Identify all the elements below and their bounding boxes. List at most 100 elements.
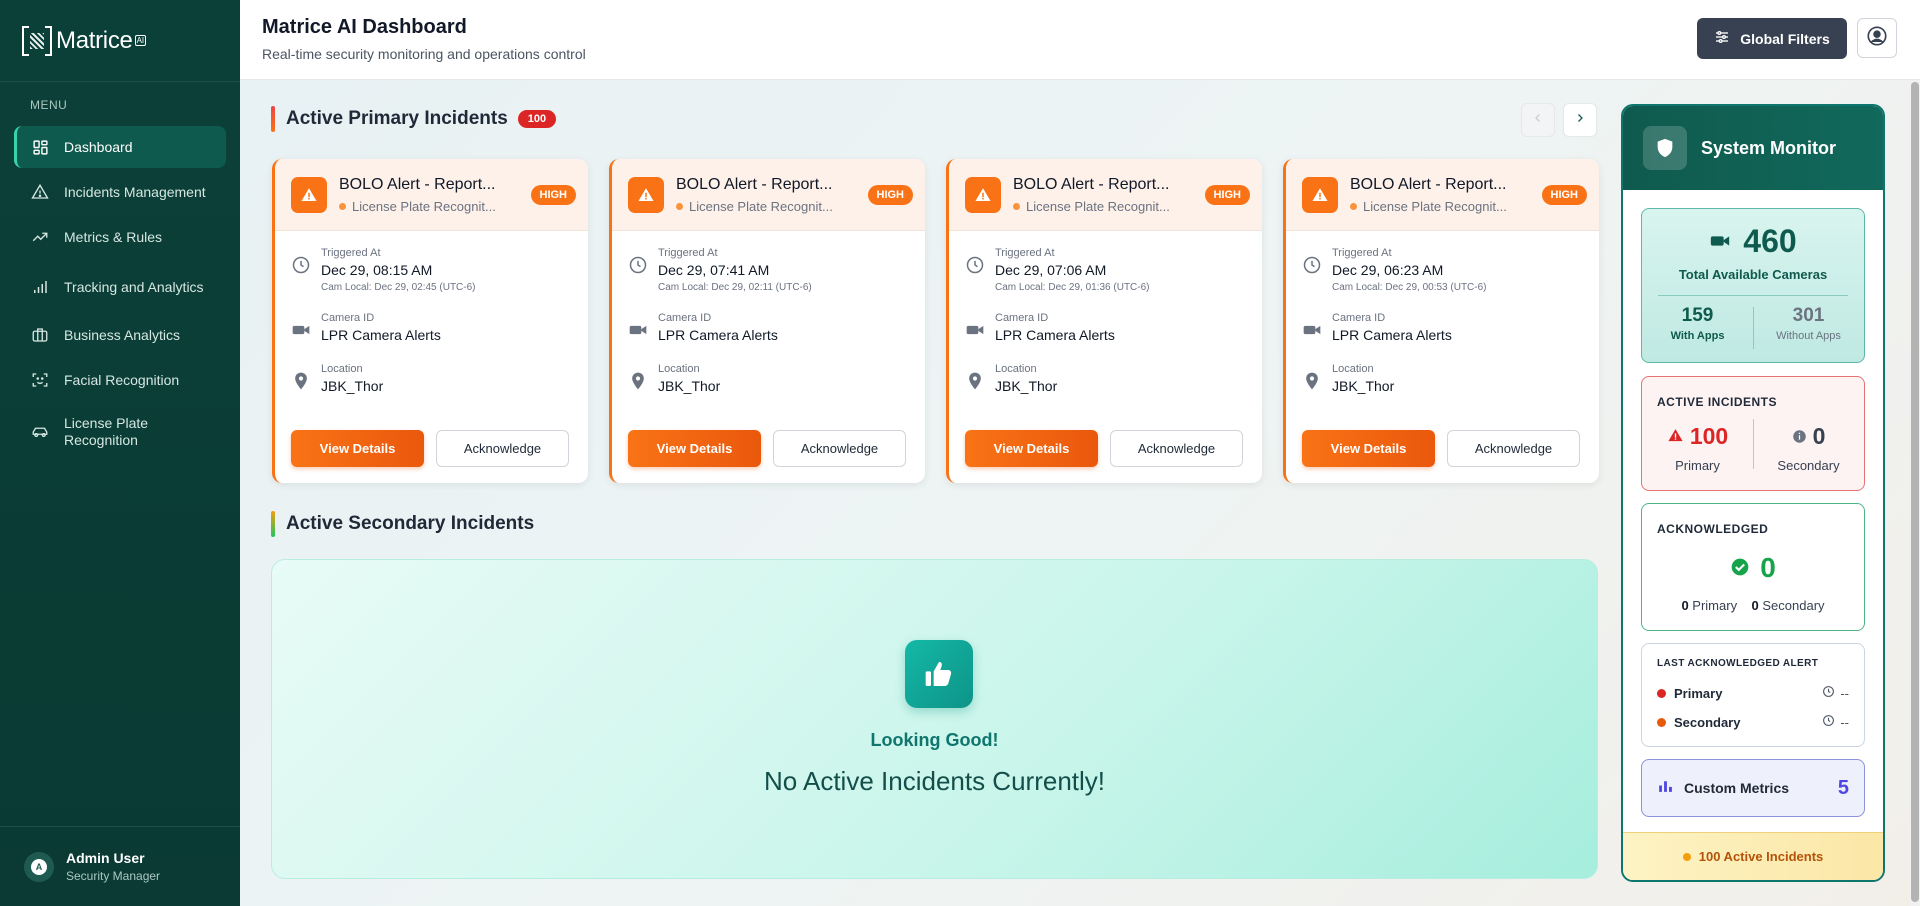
page-scrollbar[interactable] — [1910, 80, 1920, 906]
custom-metrics-summary[interactable]: Custom Metrics 5 — [1641, 759, 1865, 817]
sidebar: Matrice AI MENU Dashboard Incidents Mana… — [0, 0, 240, 906]
sidebar-item-label: Facial Recognition — [64, 371, 180, 388]
location-label: Location — [995, 363, 1037, 375]
sidebar-item-tracking-analytics[interactable]: Tracking and Analytics — [14, 266, 226, 308]
acknowledge-button[interactable]: Acknowledge — [1110, 430, 1243, 467]
car-icon — [30, 422, 50, 442]
last-ack-primary-value: -- — [1840, 685, 1849, 701]
incident-source: License Plate Recognit... — [1013, 199, 1183, 214]
camera-field: Camera ID LPR Camera Alerts — [1302, 312, 1452, 343]
primary-incident-cards: BOLO Alert - Report... License Plate Rec… — [272, 159, 1599, 483]
alert-triangle-icon — [1302, 176, 1338, 213]
incident-card[interactable]: BOLO Alert - Report... License Plate Rec… — [1283, 159, 1599, 483]
page-title: Matrice AI Dashboard — [262, 16, 467, 38]
source-dot — [676, 202, 683, 210]
location-value: JBK_Thor — [995, 378, 1058, 394]
primary-count-badge: 100 — [517, 110, 557, 128]
top-header: Matrice AI Dashboard Real-time security … — [240, 0, 1920, 80]
sidebar-item-incidents-management[interactable]: Incidents Management — [14, 171, 226, 213]
severity-badge: HIGH — [530, 184, 576, 205]
divider — [1658, 295, 1848, 296]
source-dot — [339, 202, 346, 210]
carousel-next-button[interactable] — [1563, 103, 1597, 137]
camera-value: LPR Camera Alerts — [995, 327, 1115, 343]
clock-icon — [291, 255, 311, 275]
active-incidents-caption: ACTIVE INCIDENTS — [1657, 395, 1778, 409]
clock-icon — [965, 255, 985, 275]
alert-triangle-icon — [628, 176, 664, 213]
view-details-button[interactable]: View Details — [1302, 430, 1435, 467]
view-details-button[interactable]: View Details — [628, 430, 761, 467]
triggered-field: Triggered At Dec 29, 08:15 AM Cam Local: D… — [291, 247, 476, 293]
last-ack-secondary-label: Secondary — [1674, 714, 1741, 730]
incident-card-header: BOLO Alert - Report... License Plate Rec… — [275, 159, 588, 231]
acknowledged-caption: ACKNOWLEDGED — [1657, 522, 1769, 536]
avatar-initial: A — [31, 858, 47, 875]
active-incidents-summary[interactable]: ACTIVE INCIDENTS 100 Primary 0 Secondary — [1641, 376, 1865, 491]
without-apps-stat: 301 Without Apps — [1753, 305, 1864, 342]
carousel-prev-button[interactable] — [1521, 103, 1555, 137]
cam-local-time: Cam Local: Dec 29, 00:53 (UTC-6) — [1332, 282, 1487, 293]
last-ack-primary-row: Primary -- — [1657, 685, 1849, 701]
source-dot — [1350, 202, 1357, 210]
check-circle-icon — [1730, 552, 1750, 584]
sidebar-item-label: Metrics & Rules — [64, 228, 163, 245]
warning-icon — [30, 182, 50, 202]
sidebar-item-metrics-rules[interactable]: Metrics & Rules — [14, 216, 226, 258]
acknowledge-button[interactable]: Acknowledge — [773, 430, 906, 467]
total-cameras: 460 — [1642, 223, 1864, 260]
user-circle-icon — [1866, 25, 1888, 52]
cam-local-time: Cam Local: Dec 29, 02:45 (UTC-6) — [321, 282, 476, 293]
acknowledge-button[interactable]: Acknowledge — [1447, 430, 1580, 467]
primary-incidents-heading: Active Primary Incidents 100 — [271, 106, 557, 132]
incident-card[interactable]: BOLO Alert - Report... License Plate Rec… — [609, 159, 925, 483]
video-camera-icon — [1302, 320, 1322, 340]
view-details-button[interactable]: View Details — [291, 430, 424, 467]
view-details-button[interactable]: View Details — [965, 430, 1098, 467]
without-apps-label: Without Apps — [1776, 330, 1841, 342]
with-apps-stat: 159 With Apps — [1642, 305, 1753, 342]
system-monitor-title: System Monitor — [1701, 137, 1837, 158]
sidebar-item-business-analytics[interactable]: Business Analytics — [14, 314, 226, 356]
scrollbar-thumb[interactable] — [1911, 82, 1919, 902]
global-filters-button[interactable]: Global Filters — [1697, 18, 1847, 59]
last-ack-primary-label: Primary — [1674, 685, 1723, 701]
sidebar-item-label: Business Analytics — [64, 326, 180, 343]
sidebar-nav: Dashboard Incidents Management Metrics &… — [0, 126, 240, 457]
thumbs-up-icon — [905, 640, 973, 708]
acknowledged-total: 0 — [1642, 552, 1864, 584]
ack-primary-count: 0 — [1681, 598, 1689, 613]
sliders-icon — [1714, 29, 1730, 48]
location-label: Location — [658, 363, 700, 375]
alert-triangle-icon — [291, 176, 327, 213]
sidebar-item-dashboard[interactable]: Dashboard — [14, 126, 226, 168]
active-primary-stat: 100 Primary — [1642, 423, 1753, 473]
profile-button[interactable] — [1857, 18, 1897, 58]
acknowledged-summary[interactable]: ACKNOWLEDGED 0 0 Primary 0 Secondary — [1641, 503, 1865, 631]
total-cameras-label: Total Available Cameras — [1678, 267, 1828, 282]
user-profile[interactable]: A Admin User Security Manager — [0, 826, 240, 906]
incident-card[interactable]: BOLO Alert - Report... License Plate Rec… — [946, 159, 1262, 483]
custom-metrics-label: Custom Metrics — [1684, 780, 1790, 796]
sidebar-item-label: License Plate Recognition — [64, 415, 149, 448]
camera-label: Camera ID — [321, 312, 375, 324]
face-scan-icon — [30, 370, 50, 390]
source-dot — [1013, 202, 1020, 210]
brand-logo[interactable]: Matrice AI — [0, 0, 240, 82]
video-camera-icon — [628, 320, 648, 340]
location-field: Location JBK_Thor — [291, 363, 383, 394]
incident-title: BOLO Alert - Report... — [676, 175, 833, 193]
incident-card[interactable]: BOLO Alert - Report... License Plate Rec… — [272, 159, 588, 483]
last-ack-secondary-value: -- — [1840, 714, 1849, 730]
acknowledge-button[interactable]: Acknowledge — [436, 430, 569, 467]
severity-badge: HIGH — [1541, 184, 1587, 205]
sidebar-item-license-plate-recognition[interactable]: License Plate Recognition — [14, 407, 226, 457]
primary-incidents-title: Active Primary Incidents — [286, 108, 508, 129]
chevron-left-icon — [1532, 111, 1544, 129]
camera-value: LPR Camera Alerts — [1332, 327, 1452, 343]
status-dot — [1682, 852, 1691, 861]
incident-source-label: License Plate Recognit... — [1363, 198, 1507, 214]
incident-card-header: BOLO Alert - Report... License Plate Rec… — [612, 159, 925, 231]
system-monitor-panel: System Monitor 460 Total Available Camer… — [1621, 104, 1885, 882]
sidebar-item-facial-recognition[interactable]: Facial Recognition — [14, 359, 226, 401]
